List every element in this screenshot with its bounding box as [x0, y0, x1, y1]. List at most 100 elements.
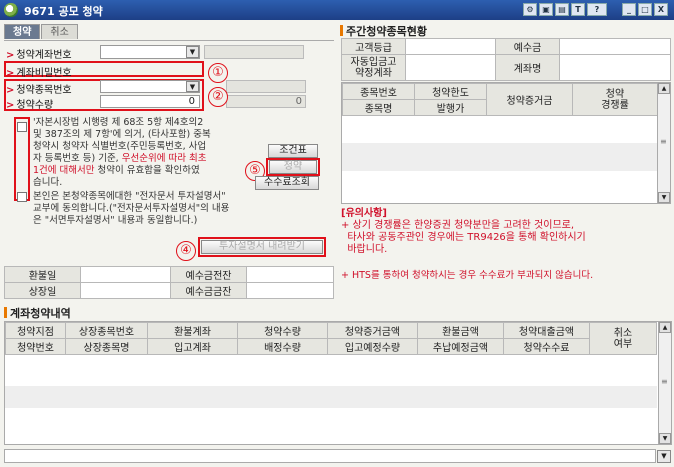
callout-1: ① [208, 63, 228, 83]
notice-title: [유의사항] [341, 208, 387, 219]
help-icon[interactable]: ? [587, 3, 607, 16]
customer-grade-label: 고객등급 [341, 38, 406, 55]
scroll-up-icon[interactable]: ▲ [658, 83, 670, 94]
history-title: 계좌청약내역 [4, 305, 71, 321]
history-scrollbar[interactable]: ▲ ≡ ▼ [658, 322, 671, 444]
scroll-down-icon[interactable]: ▼ [658, 192, 670, 203]
fee-query-button[interactable]: 수수료조회 [255, 176, 319, 190]
col-issue-price: 발행가 [414, 99, 487, 116]
customer-grade-value [405, 38, 496, 55]
password-label: > 계좌비밀번호 [6, 68, 72, 79]
refund-date-label: 환불일 [4, 266, 81, 283]
chevron-down-icon[interactable]: ▼ [186, 46, 199, 58]
dates-grid: 환불일 예수금전잔 상장일 예수금금잔 [4, 266, 334, 299]
text-icon[interactable]: T [571, 3, 585, 16]
col-refund-amount: 환불금액 [417, 322, 504, 339]
deposit-before-label: 예수금전잔 [170, 266, 247, 283]
minimize-icon[interactable]: _ [622, 3, 636, 16]
conditions-button[interactable]: 조건표 [268, 144, 318, 158]
tab-cancel[interactable]: 취소 [41, 24, 78, 39]
col-extra-amount: 추납예정금액 [417, 338, 504, 355]
fee-notice: + HTS를 통하여 청약하시는 경우 수수료가 부과되지 않습니다. [341, 270, 594, 281]
notice-line-2: 타사와 공동주관인 경우에는 TR9426을 통해 확인하시기 [341, 232, 586, 243]
col-listed-no: 상장종목번호 [65, 322, 148, 339]
account-name-value [559, 54, 671, 81]
refund-date-value [80, 266, 171, 283]
col-loan-amount: 청약대출금액 [503, 322, 590, 339]
listing-date-label: 상장일 [4, 282, 81, 299]
close-icon[interactable]: X [654, 3, 668, 16]
scroll-grip-icon[interactable]: ≡ [661, 377, 668, 386]
scroll-up-icon[interactable]: ▲ [659, 322, 671, 333]
agreement-text-1: '자본시장법 시행령 제 68조 5항 제4호의2 및 387조의 제 7항'에… [33, 117, 211, 188]
account-label: > 청약계좌번호 [6, 50, 72, 61]
major-items-list[interactable]: 종목번호 청약한도 청약증거금 청약 경쟁률 종목명 발행가 ▲ ≡ ▼ [341, 82, 671, 204]
subscribe-button[interactable]: 청약 [269, 160, 317, 174]
col-refund-account: 환불계좌 [147, 322, 238, 339]
callout-2: ② [208, 87, 228, 107]
app-logo-icon [4, 3, 18, 17]
account-input[interactable]: ▼ [100, 45, 200, 59]
prospectus-download-button[interactable]: 투자설명서 내려받기 [201, 240, 323, 254]
chevron-down-icon[interactable]: ▼ [186, 81, 199, 92]
col-alloc-qty: 배정수량 [237, 338, 328, 355]
notice-line-1: + 상기 경쟁률은 한양증권 청약분만을 고려한 것이므로, [341, 220, 575, 231]
item-select[interactable]: ▼ [100, 80, 200, 93]
col-item-name: 종목명 [342, 99, 415, 116]
col-fee: 청약수수료 [503, 338, 590, 355]
deposit-label: 예수금 [495, 38, 560, 55]
settings-icon[interactable]: ⚙ [523, 3, 537, 16]
table-row [5, 386, 657, 408]
agree-checkbox-1[interactable] [17, 122, 27, 132]
notice-panel: [유의사항] + 상기 경쟁률은 한양증권 청약분만을 고려한 것이므로, 타사… [341, 208, 661, 282]
qty-label: > 청약수량 [6, 100, 54, 111]
qty-input[interactable]: 0 [100, 95, 200, 108]
col-in-qty: 입고예정수량 [327, 338, 418, 355]
item-name-display [226, 80, 306, 93]
col-sub-no: 청약번호 [5, 338, 66, 355]
qty-side-display: 0 [226, 95, 306, 108]
deposit-value [559, 38, 671, 55]
col-qty: 청약수량 [237, 322, 328, 339]
col-margin: 청약증거금 [486, 83, 573, 116]
major-items-title: 주간청약종목현황 [340, 23, 427, 39]
col-cancel-flag: 취소 여부 [589, 322, 657, 355]
deposit-after-label: 예수금금잔 [170, 282, 247, 299]
col-item-no: 종목번호 [342, 83, 415, 100]
agreement-text-2: 본인은 본청약종목에대한 "전자문서 투자설명서" 교부에 동의합니다.("전자… [33, 191, 230, 226]
account-name-label: 계좌명 [495, 54, 560, 81]
major-info-grid: 고객등급 예수금 자동입금고 약정계좌 계좌명 [341, 38, 671, 81]
agree-checkbox-2[interactable] [17, 192, 27, 202]
title-bar: 9671 공모 청약 ⚙ ▣ ▤ T ? _ □ X [0, 0, 674, 20]
col-deposit-account: 입고계좌 [147, 338, 238, 355]
deposit-after-value [246, 282, 334, 299]
auto-transfer-value [405, 54, 496, 81]
major-list-scrollbar[interactable]: ▲ ≡ ▼ [657, 83, 670, 203]
item-label: > 청약종목번호 [6, 85, 72, 96]
col-competition: 청약 경쟁률 [572, 83, 658, 116]
major-items-header: 종목번호 청약한도 청약증거금 청약 경쟁률 종목명 발행가 [342, 83, 658, 116]
tab-bar: 청약 취소 [4, 24, 79, 40]
listing-date-value [80, 282, 171, 299]
col-branch: 청약지점 [5, 322, 66, 339]
divider [4, 40, 334, 41]
image-icon[interactable]: ▣ [539, 3, 553, 16]
col-margin-amount: 청약증거금액 [327, 322, 418, 339]
col-listed-name: 상장종목명 [65, 338, 148, 355]
list-item [342, 143, 658, 171]
auto-transfer-label: 자동입금고 약정계좌 [341, 54, 406, 81]
history-header: 청약지점 상장종목번호 환불계좌 청약수량 청약증거금액 환불금액 청약대출금액… [5, 322, 657, 355]
print-icon[interactable]: ▤ [555, 3, 569, 16]
scroll-grip-icon[interactable]: ≡ [660, 137, 667, 146]
tab-subscribe[interactable]: 청약 [4, 24, 41, 39]
callout-4: ④ [176, 241, 196, 261]
status-dropdown-icon[interactable]: ▼ [657, 450, 671, 463]
notice-line-3: 바랍니다. [341, 244, 388, 255]
status-bar [4, 449, 656, 463]
scroll-down-icon[interactable]: ▼ [659, 433, 671, 444]
history-grid[interactable]: 청약지점 상장종목번호 환불계좌 청약수량 청약증거금액 환불금액 청약대출금액… [4, 321, 672, 445]
maximize-icon[interactable]: □ [638, 3, 652, 16]
window-title: 9671 공모 청약 [24, 5, 103, 18]
account-name-display [204, 45, 304, 59]
col-limit: 청약한도 [414, 83, 487, 100]
